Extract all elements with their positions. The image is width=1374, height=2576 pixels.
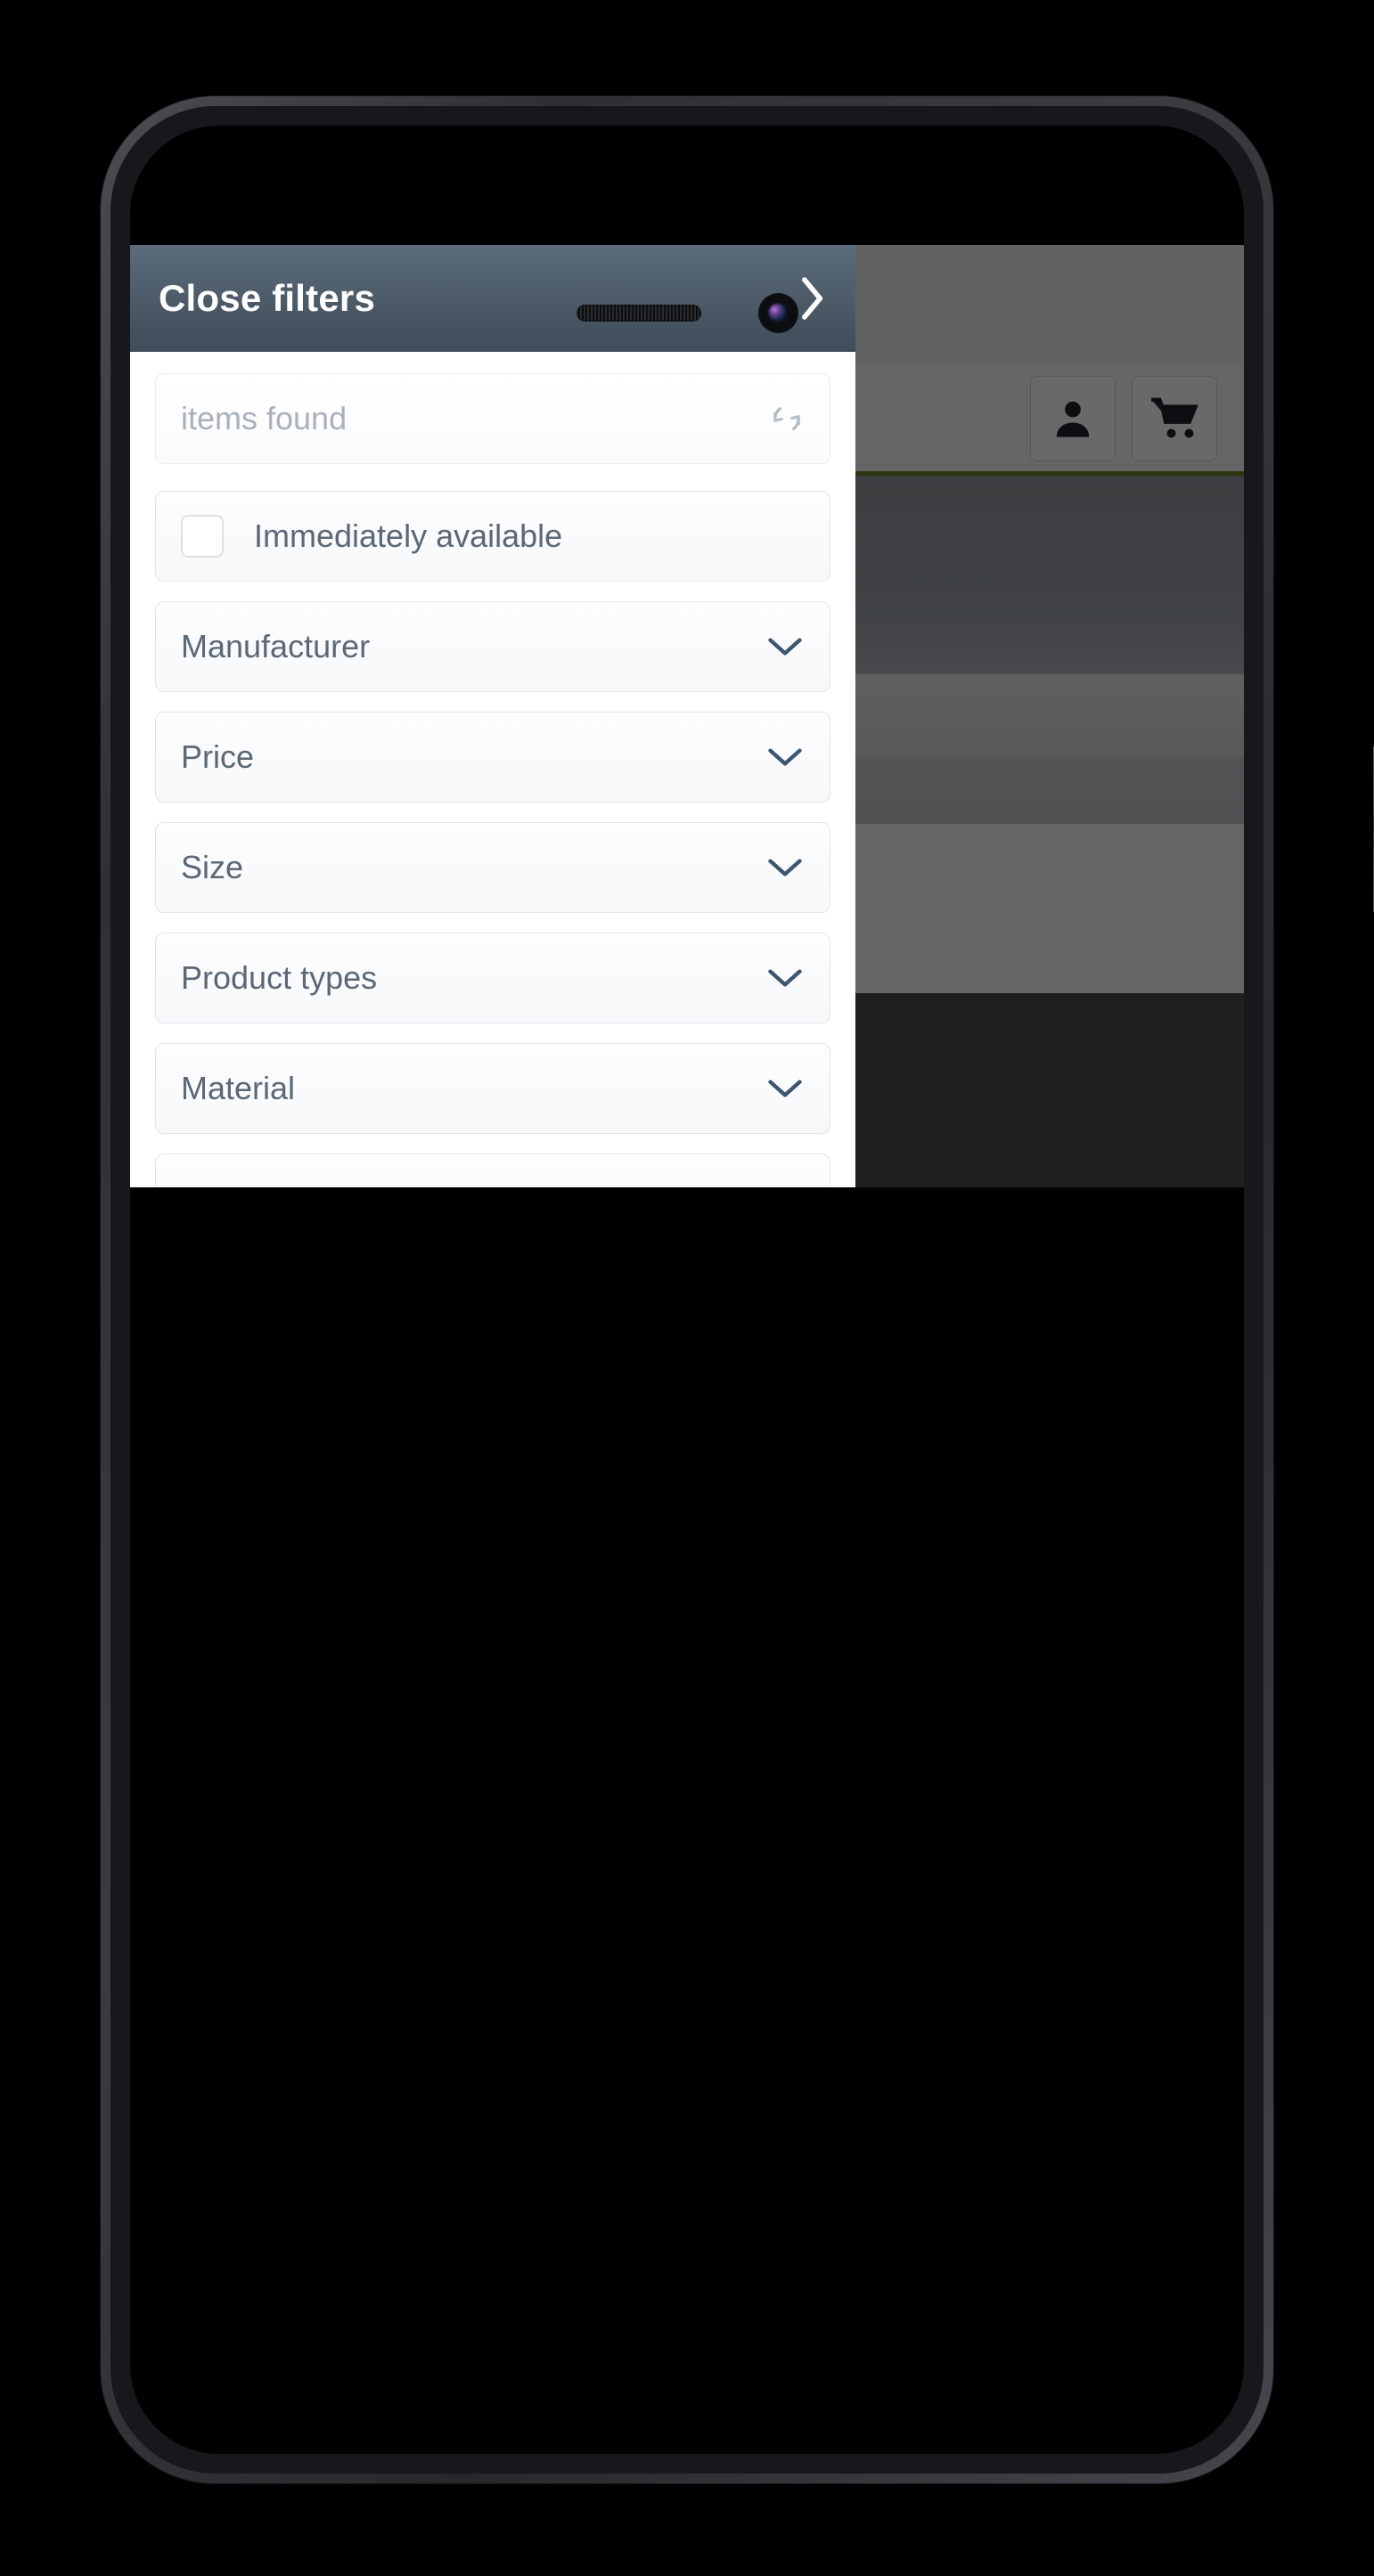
chevron-down-icon[interactable]	[765, 1076, 805, 1101]
filter-label: Material	[181, 1070, 296, 1106]
front-camera-icon	[757, 292, 798, 333]
filter-row-manufacturer[interactable]: Manufacturer	[155, 601, 830, 692]
chevron-down-icon[interactable]	[765, 855, 805, 880]
filter-row-product-types[interactable]: Product types	[155, 933, 830, 1023]
notch-cluster	[130, 286, 1244, 339]
phone-frame: Filter Close filters	[101, 96, 1374, 2483]
chevron-down-icon[interactable]	[765, 1186, 805, 1187]
filter-row-target-group[interactable]: Target group	[155, 1153, 830, 1187]
filter-label: Immediately available	[254, 518, 563, 554]
chevron-down-icon[interactable]	[765, 634, 805, 659]
filter-list: items found Immediately available Manufa…	[130, 352, 855, 1187]
chevron-down-icon[interactable]	[765, 745, 805, 770]
chevron-down-icon[interactable]	[765, 966, 805, 990]
filter-label: Size	[181, 849, 244, 885]
device-stage: Filter Close filters	[0, 0, 1374, 2576]
items-found-label: items found	[181, 400, 348, 436]
phone-screen: Filter Close filters	[130, 126, 1244, 2454]
filter-label: Manufacturer	[181, 628, 371, 664]
refresh-spinner-icon	[769, 401, 805, 436]
speaker-grille-icon	[576, 304, 701, 322]
filter-row-immediately-available[interactable]: Immediately available	[155, 491, 830, 582]
filter-label: Target group	[181, 1180, 765, 1187]
filter-overlay-panel: Close filters items found Immediately av…	[130, 245, 855, 1187]
phone-frame-inner: Filter Close filters	[110, 106, 1264, 2474]
filter-row-size[interactable]: Size	[155, 822, 830, 913]
filter-row-material[interactable]: Material	[155, 1043, 830, 1134]
filter-label: Price	[181, 738, 255, 775]
camera-lens	[768, 303, 788, 322]
filter-label: Product types	[181, 959, 378, 996]
items-found-counter-top[interactable]: items found	[155, 373, 830, 464]
checkbox-immediately-available[interactable]	[181, 515, 224, 558]
filter-row-price[interactable]: Price	[155, 712, 830, 803]
